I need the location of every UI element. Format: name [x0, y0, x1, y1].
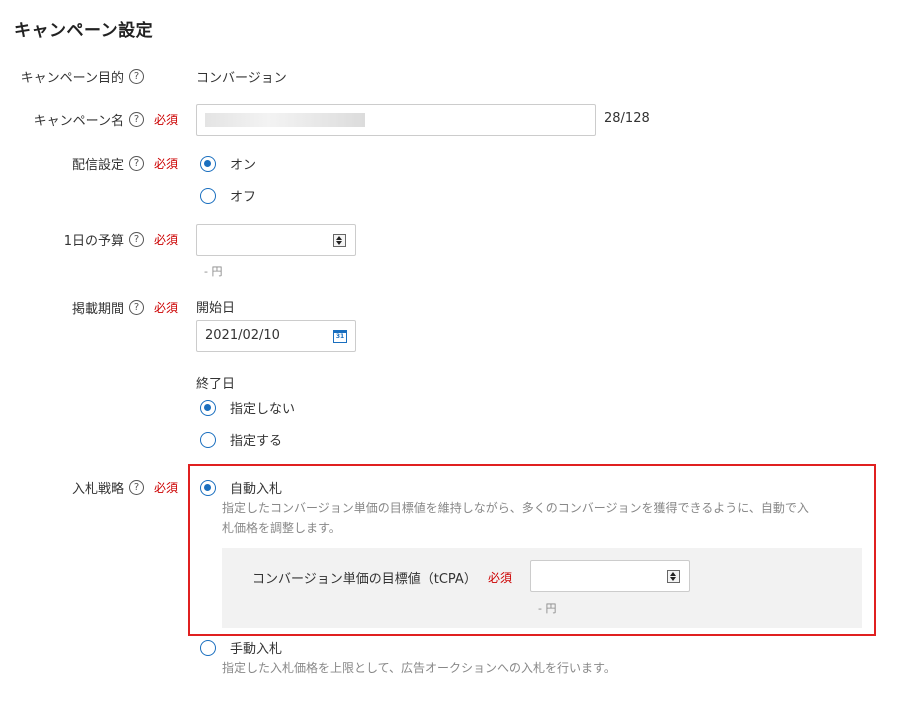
- objective-help-icon[interactable]: ?: [129, 69, 144, 84]
- budget-spinner-icon[interactable]: [333, 234, 346, 247]
- tcpa-hint: - 円: [538, 602, 557, 615]
- budget-label-group: 1日の予算: [0, 230, 124, 250]
- budget-help-icon[interactable]: ?: [129, 232, 144, 247]
- end-none-label[interactable]: 指定しない: [230, 398, 295, 417]
- daily-budget-input[interactable]: [196, 224, 356, 256]
- manual-bid-radio[interactable]: [200, 640, 216, 656]
- tcpa-label: コンバージョン単価の目標値（tCPA）: [252, 572, 477, 587]
- auto-bid-radio[interactable]: [200, 480, 216, 496]
- start-date-input[interactable]: 2021/02/10 31: [196, 320, 356, 352]
- end-none-radio[interactable]: [200, 400, 216, 416]
- delivery-off-radio[interactable]: [200, 188, 216, 204]
- name-label-group: キャンペーン名: [0, 110, 124, 130]
- tcpa-input[interactable]: [530, 560, 690, 592]
- name-char-counter: 28/128: [604, 111, 650, 126]
- campaign-name-input[interactable]: [196, 104, 596, 136]
- delivery-label-group: 配信設定: [0, 154, 124, 174]
- auto-bid-desc-line2: 札価格を調整します。: [222, 521, 341, 535]
- period-help-icon[interactable]: ?: [129, 300, 144, 315]
- bidding-required-badge: 必須: [154, 481, 179, 495]
- budget-hint: - 円: [204, 265, 223, 278]
- bidding-label: 入札戦略: [71, 482, 124, 497]
- page-title: キャンペーン設定: [14, 21, 154, 41]
- end-set-label[interactable]: 指定する: [230, 430, 282, 449]
- budget-required-badge: 必須: [154, 233, 179, 247]
- objective-label-group: キャンペーン目的: [0, 67, 124, 87]
- auto-bid-label[interactable]: 自動入札: [230, 478, 282, 497]
- name-help-icon[interactable]: ?: [129, 112, 144, 127]
- manual-bid-label[interactable]: 手動入札: [230, 638, 282, 657]
- delivery-on-radio[interactable]: [200, 156, 216, 172]
- tcpa-spinner-icon[interactable]: [667, 570, 680, 583]
- delivery-label: 配信設定: [71, 158, 124, 173]
- objective-value: コンバージョン: [196, 71, 287, 86]
- period-label-group: 掲載期間: [0, 298, 124, 318]
- bidding-help-icon[interactable]: ?: [129, 480, 144, 495]
- tcpa-panel: コンバージョン単価の目標値（tCPA） 必須 - 円: [222, 548, 862, 628]
- auto-bid-desc-line1: 指定したコンバージョン単価の目標値を維持しながら、多くのコンバージョンを獲得でき…: [222, 501, 809, 515]
- end-set-radio[interactable]: [200, 432, 216, 448]
- start-date-label: 開始日: [196, 301, 236, 316]
- auto-bid-description: 指定したコンバージョン単価の目標値を維持しながら、多くのコンバージョンを獲得でき…: [222, 498, 867, 538]
- tcpa-required-badge: 必須: [488, 571, 513, 585]
- delivery-on-label[interactable]: オン: [230, 154, 256, 173]
- calendar-icon[interactable]: 31: [333, 330, 347, 343]
- objective-label: キャンペーン目的: [20, 71, 124, 86]
- period-required-badge: 必須: [154, 301, 179, 315]
- name-required-badge: 必須: [154, 113, 179, 127]
- redacted-name-block: [205, 113, 365, 127]
- delivery-off-label[interactable]: オフ: [230, 186, 256, 205]
- budget-label: 1日の予算: [63, 234, 124, 249]
- manual-bid-description: 指定した入札価格を上限として、広告オークションへの入札を行います。: [222, 661, 616, 675]
- delivery-required-badge: 必須: [154, 157, 179, 171]
- name-label: キャンペーン名: [33, 114, 124, 129]
- bidding-label-group: 入札戦略: [0, 478, 124, 498]
- delivery-help-icon[interactable]: ?: [129, 156, 144, 171]
- period-label: 掲載期間: [71, 302, 124, 317]
- end-date-label: 終了日: [196, 377, 236, 392]
- start-date-value: 2021/02/10: [205, 328, 280, 343]
